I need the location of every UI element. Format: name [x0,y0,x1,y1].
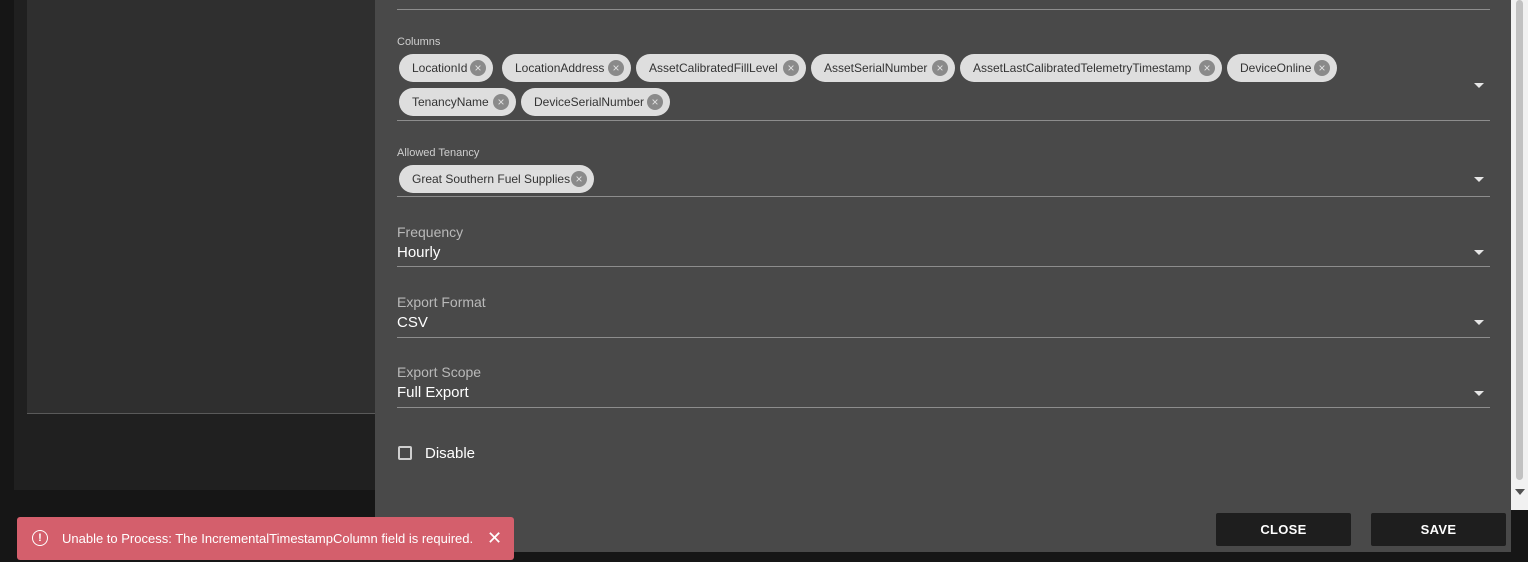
field-underline [397,120,1490,121]
field-underline [397,266,1490,267]
arrow-drop-down-icon[interactable] [1474,320,1484,325]
arrow-drop-down-icon[interactable] [1474,391,1484,396]
cancel-circle-icon[interactable]: × [571,171,587,187]
frequency-label: Frequency [397,224,464,240]
allowed-tenancy-label: Allowed Tenancy [397,147,480,159]
frequency-select[interactable]: Frequency Hourly [397,222,1490,267]
close-icon[interactable]: ✕ [487,528,502,548]
error-outline-icon: ! [32,530,48,546]
disable-checkbox[interactable] [398,446,412,460]
chip-asset-calibrated-fill-level[interactable]: AssetCalibratedFillLevel × [636,54,806,82]
arrow-drop-down-icon[interactable] [1474,250,1484,255]
chip-label: DeviceSerialNumber [534,95,645,109]
close-button[interactable]: CLOSE [1216,513,1351,546]
export-scope-label: Export Scope [397,364,482,380]
chip-label: AssetCalibratedFillLevel [649,61,778,75]
columns-select[interactable]: Columns LocationId × LocationAddress × A… [397,36,1490,121]
chip-label: LocationAddress [515,61,605,75]
frequency-value: Hourly [397,244,441,261]
arrow-drop-down-icon[interactable] [1474,83,1484,88]
toast-message: Unable to Process: The IncrementalTimest… [62,531,474,546]
chip-asset-last-calibrated-telemetry-timestamp[interactable]: AssetLastCalibratedTelemetryTimestamp × [960,54,1222,82]
field-underline [397,9,1490,10]
chip-location-address[interactable]: LocationAddress × [502,54,631,82]
cancel-circle-icon[interactable]: × [493,94,509,110]
chip-device-serial-number[interactable]: DeviceSerialNumber × [521,88,670,116]
field-underline [397,407,1490,408]
export-scope-value: Full Export [397,384,469,401]
disable-label[interactable]: Disable [425,445,475,462]
arrow-drop-down-icon[interactable] [1474,177,1484,182]
chip-label: Great Southern Fuel Supplies [412,172,571,186]
chip-label: AssetLastCalibratedTelemetryTimestamp [973,61,1192,75]
cancel-circle-icon[interactable]: × [783,60,799,76]
chip-tenancy[interactable]: Great Southern Fuel Supplies × [399,165,594,193]
export-format-label: Export Format [397,294,486,310]
chip-label: TenancyName [412,95,489,109]
columns-label: Columns [397,36,441,48]
export-format-value: CSV [397,314,428,331]
error-toast: ! Unable to Process: The IncrementalTime… [17,517,514,560]
allowed-tenancy-select[interactable]: Allowed Tenancy Great Southern Fuel Supp… [397,147,1490,197]
export-format-select[interactable]: Export Format CSV [397,292,1490,338]
background-content [27,0,387,414]
export-scope-select[interactable]: Export Scope Full Export [397,363,1490,408]
cancel-circle-icon[interactable]: × [608,60,624,76]
save-button[interactable]: SAVE [1371,513,1506,546]
chip-device-online[interactable]: DeviceOnline × [1227,54,1337,82]
chip-asset-serial-number[interactable]: AssetSerialNumber × [811,54,955,82]
chip-label: DeviceOnline [1240,61,1312,75]
scroll-down-arrow-icon[interactable] [1515,489,1525,495]
cancel-circle-icon[interactable]: × [647,94,663,110]
chip-label: LocationId [412,61,468,75]
previous-field [397,0,1490,10]
chip-label: AssetSerialNumber [824,61,928,75]
chip-tenancy-name[interactable]: TenancyName × [399,88,516,116]
scrollbar-thumb[interactable] [1516,0,1523,480]
cancel-circle-icon[interactable]: × [1199,60,1215,76]
cancel-circle-icon[interactable]: × [1314,60,1330,76]
chip-location-id[interactable]: LocationId × [399,54,493,82]
field-underline [397,337,1490,338]
cancel-circle-icon[interactable]: × [932,60,948,76]
cancel-circle-icon[interactable]: × [470,60,486,76]
field-underline [397,196,1490,197]
dialog-scrollbar[interactable] [1511,0,1528,510]
